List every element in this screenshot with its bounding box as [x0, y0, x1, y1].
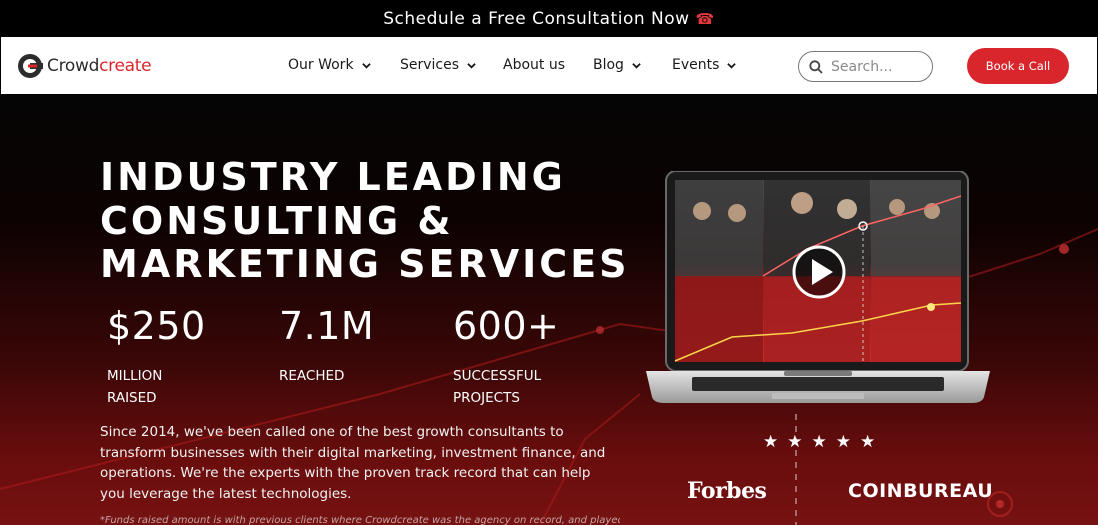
nav-events[interactable]: Events: [672, 57, 737, 73]
brand-name: Crowdcreate: [47, 56, 152, 76]
search-input[interactable]: [831, 58, 926, 75]
forbes-logo: Forbes: [687, 478, 767, 504]
stat-value: 7.1M: [279, 304, 375, 348]
crowdcreate-logo-icon: [18, 54, 43, 78]
nav-blog[interactable]: Blog: [593, 57, 641, 73]
nav-label: Events: [672, 57, 720, 73]
nav-label: Our Work: [288, 57, 354, 73]
brand-logo[interactable]: Crowdcreate: [17, 53, 152, 79]
chevron-down-icon: [632, 62, 641, 69]
announcement-bar[interactable]: Schedule a Free Consultation Now ☎: [0, 0, 1098, 37]
stat-reached: 7.1M REACHED: [279, 304, 375, 384]
rating-stars: ★★★★★: [763, 432, 885, 451]
chevron-down-icon: [361, 62, 371, 69]
chevron-down-icon: [727, 62, 737, 69]
navbar: Crowdcreate Our Work Services About us B…: [0, 37, 1098, 94]
coinbureau-logo: COINBUREAU: [848, 480, 994, 502]
hero-headline: INDUSTRY LEADING CONSULTING & MARKETING …: [100, 155, 630, 286]
chevron-down-icon: [467, 62, 476, 69]
funds-footnote: *Funds raised amount is with previous cl…: [100, 515, 620, 525]
search-box[interactable]: [798, 51, 933, 82]
nav-label: About us: [503, 57, 566, 73]
hero-section: INDUSTRY LEADING CONSULTING & MARKETING …: [0, 94, 1098, 525]
play-button-icon: [792, 245, 846, 299]
nav-about-us[interactable]: About us: [503, 57, 565, 73]
stat-projects: 600+ SUCCESSFUL PROJECTS: [453, 304, 560, 406]
stat-value: $250: [107, 304, 206, 348]
book-a-call-button[interactable]: Book a Call: [967, 48, 1069, 84]
nav-services[interactable]: Services: [400, 57, 476, 73]
stat-label: SUCCESSFUL PROJECTS: [453, 368, 542, 406]
nav-our-work[interactable]: Our Work: [288, 57, 371, 73]
phone-icon: ☎: [695, 9, 715, 28]
laptop-video-player[interactable]: [642, 171, 994, 415]
search-icon: [809, 59, 823, 74]
stat-label: MILLION RAISED: [107, 368, 163, 406]
hero-description: Since 2014, we've been called one of the…: [100, 424, 606, 502]
stat-label: REACHED: [279, 368, 345, 384]
stat-value: 600+: [453, 304, 560, 348]
stat-funds-raised: $250 MILLION RAISED: [107, 304, 206, 406]
announcement-text[interactable]: Schedule a Free Consultation Now: [383, 9, 689, 29]
nav-label: Blog: [593, 57, 624, 73]
nav-label: Services: [400, 57, 460, 73]
